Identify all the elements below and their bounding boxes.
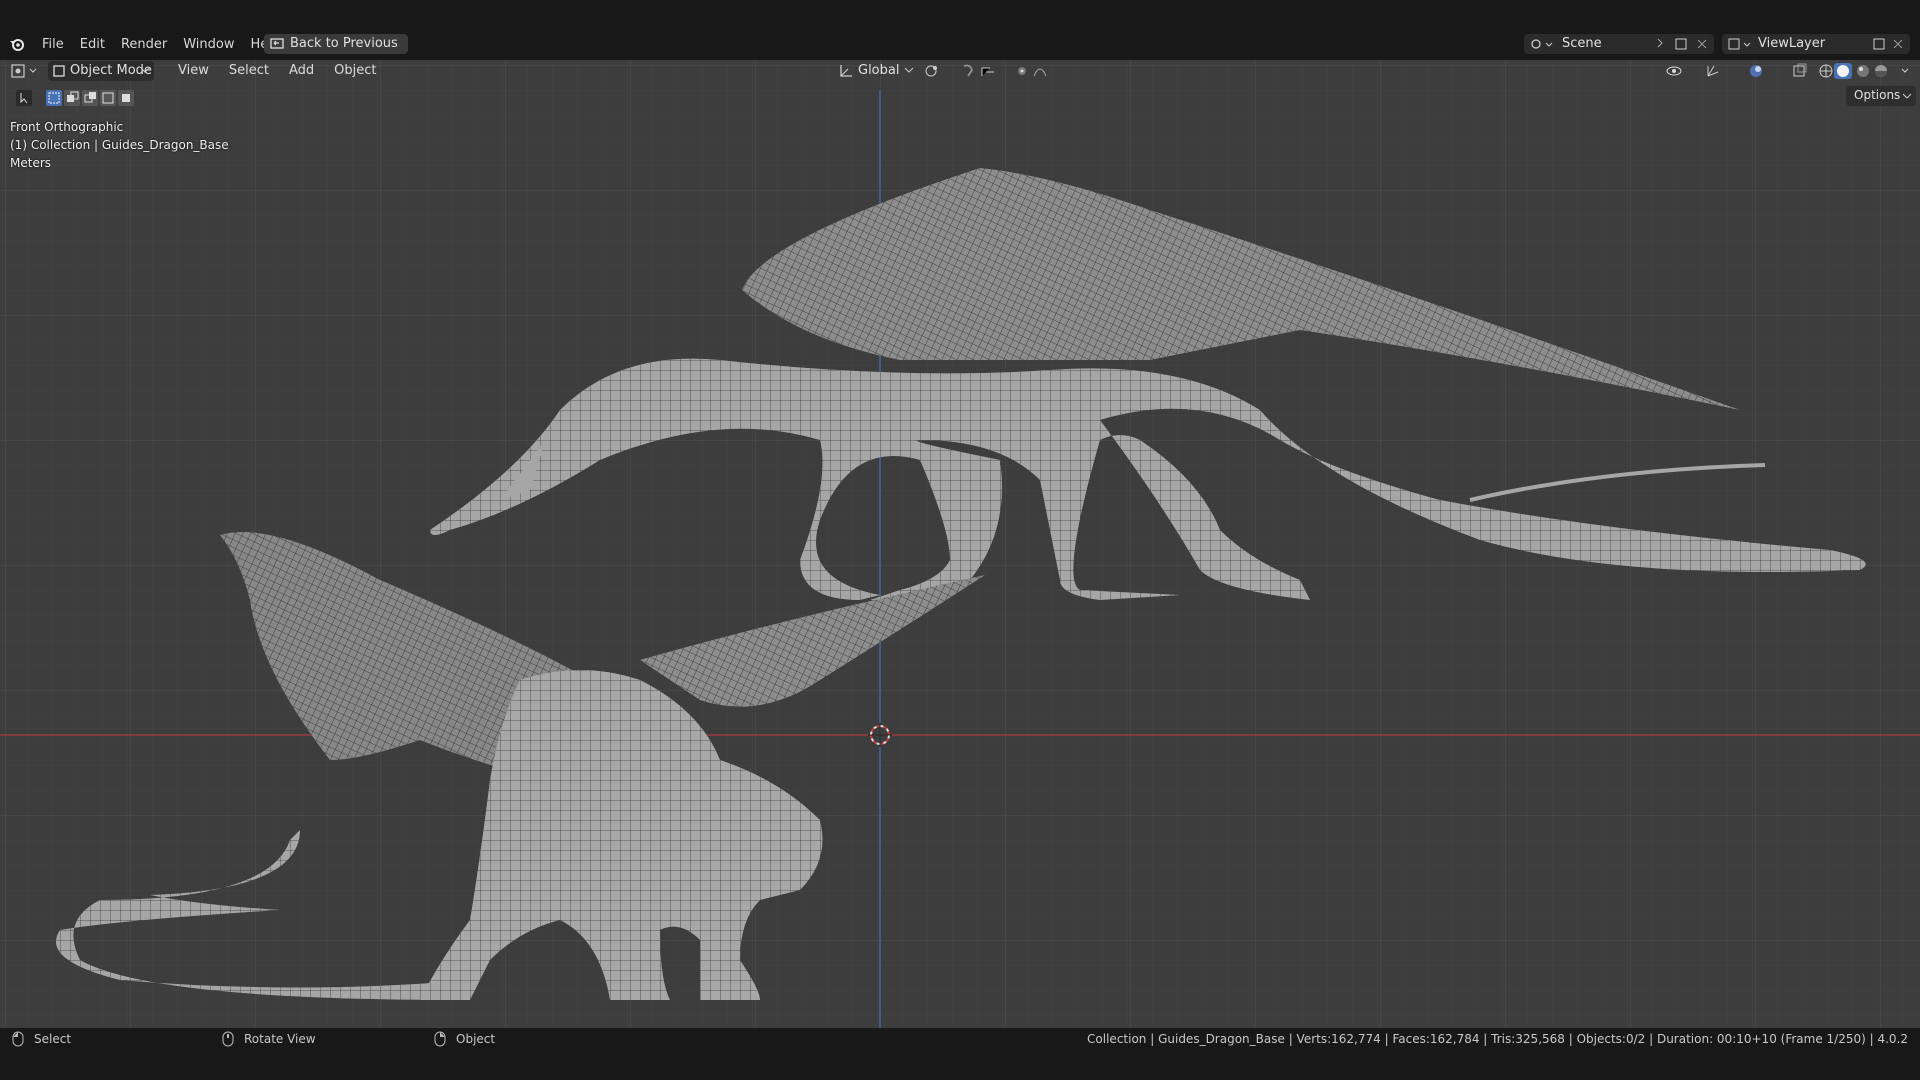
mouse-right-icon bbox=[434, 1031, 446, 1047]
select-new-icon bbox=[46, 90, 62, 106]
select-subtract-icon bbox=[82, 90, 98, 106]
back-screen-icon bbox=[270, 38, 284, 49]
select-tool-icon bbox=[16, 90, 32, 106]
menu-object[interactable]: Object bbox=[324, 63, 386, 78]
xray-icon bbox=[1793, 63, 1807, 77]
close-icon bbox=[1893, 39, 1903, 49]
view-layer-name[interactable]: ViewLayer bbox=[1758, 36, 1825, 51]
back-to-previous-button[interactable]: Back to Previous bbox=[264, 34, 408, 54]
transform-orientation-label: Global bbox=[858, 63, 900, 78]
viewport-shading-tools[interactable] bbox=[1664, 62, 1914, 80]
viewport-menus: View Select Add Object bbox=[168, 63, 386, 78]
transform-orientation-dropdown[interactable]: Global bbox=[836, 61, 916, 81]
close-icon bbox=[1697, 39, 1707, 49]
status-object: Object bbox=[456, 1032, 496, 1046]
new-layer-icon bbox=[1873, 38, 1885, 50]
mouse-middle-icon bbox=[222, 1031, 234, 1047]
menu-file[interactable]: File bbox=[34, 37, 72, 52]
tool-settings-row bbox=[14, 88, 134, 108]
menu-view[interactable]: View bbox=[168, 63, 219, 78]
snap-icon bbox=[963, 64, 973, 77]
scene-selector[interactable]: Scene bbox=[1524, 34, 1714, 54]
material-shading-icon bbox=[1857, 65, 1869, 77]
top-bar: File Edit Render Window Help Back to Pre… bbox=[0, 0, 1920, 60]
back-to-previous-label: Back to Previous bbox=[290, 36, 398, 51]
new-scene-icon bbox=[1675, 38, 1687, 50]
viewport-header: Object Mode View Select Add Object Globa… bbox=[0, 60, 1920, 82]
menu-bar: File Edit Render Window Help Back to Pre… bbox=[0, 32, 1920, 56]
pin-icon bbox=[1657, 38, 1663, 48]
view-layer-selector[interactable]: ViewLayer bbox=[1722, 34, 1910, 54]
solid-shading-icon bbox=[1834, 63, 1852, 79]
gizmo-icon bbox=[1707, 65, 1719, 77]
viewport-info-overlay: Front Orthographic (1) Collection | Guid… bbox=[10, 118, 229, 172]
scene-actions-icons bbox=[1657, 38, 1707, 50]
status-bar: Select Rotate View Object Collection | G… bbox=[0, 1028, 1920, 1050]
overlays-icon bbox=[1750, 65, 1762, 77]
main-menus: File Edit Render Window Help bbox=[34, 32, 288, 56]
mouse-left-icon bbox=[12, 1031, 24, 1047]
chevron-down-icon bbox=[904, 67, 914, 73]
orientation-axes-icon bbox=[840, 65, 852, 77]
chevron-down-icon bbox=[1902, 93, 1912, 99]
status-select: Select bbox=[34, 1032, 72, 1046]
falloff-curve-icon bbox=[1033, 68, 1047, 77]
options-dropdown[interactable]: Options bbox=[1846, 86, 1916, 106]
visibility-eye-icon bbox=[1666, 66, 1682, 76]
scene-name[interactable]: Scene bbox=[1562, 36, 1602, 51]
active-collection: (1) Collection | Guides_Dragon_Base bbox=[10, 138, 229, 152]
chevron-down-icon bbox=[140, 67, 150, 73]
status-rotate-view: Rotate View bbox=[244, 1032, 316, 1046]
pivot-snap-proportional-tools[interactable] bbox=[922, 62, 1062, 80]
select-extend-icon bbox=[64, 90, 80, 106]
view-name: Front Orthographic bbox=[10, 120, 124, 134]
3d-viewport[interactable]: Object Mode View Select Add Object Globa… bbox=[0, 60, 1920, 1028]
viewport-canvas[interactable] bbox=[0, 60, 1920, 1028]
object-mode-icon bbox=[53, 65, 65, 77]
snap-target-icon bbox=[981, 67, 994, 76]
rendered-shading-icon bbox=[1875, 65, 1887, 77]
menu-add[interactable]: Add bbox=[279, 63, 324, 78]
bottom-margin bbox=[0, 1050, 1920, 1080]
select-invert-icon bbox=[100, 90, 116, 106]
pivot-point-icon bbox=[925, 65, 937, 77]
menu-select[interactable]: Select bbox=[219, 63, 279, 78]
blender-logo-icon[interactable] bbox=[8, 35, 26, 53]
scene-statistics: Collection | Guides_Dragon_Base | Verts:… bbox=[1087, 1032, 1908, 1046]
menu-render[interactable]: Render bbox=[113, 37, 175, 52]
view-layer-icon bbox=[1728, 38, 1751, 50]
object-mode-dropdown[interactable]: Object Mode bbox=[48, 61, 154, 81]
editor-type-icon[interactable] bbox=[10, 62, 40, 80]
units-label: Meters bbox=[10, 156, 52, 170]
scene-icon bbox=[1531, 39, 1553, 49]
menu-edit[interactable]: Edit bbox=[72, 37, 113, 52]
menu-window[interactable]: Window bbox=[175, 37, 242, 52]
selection-mode-icons[interactable] bbox=[14, 88, 134, 108]
proportional-edit-icon bbox=[1018, 67, 1026, 75]
select-intersect-icon bbox=[118, 90, 134, 106]
chevron-down-icon bbox=[1901, 68, 1909, 73]
wireframe-shading-icon bbox=[1819, 64, 1833, 78]
options-label: Options bbox=[1854, 88, 1901, 102]
view-layer-actions-icons bbox=[1873, 38, 1903, 50]
